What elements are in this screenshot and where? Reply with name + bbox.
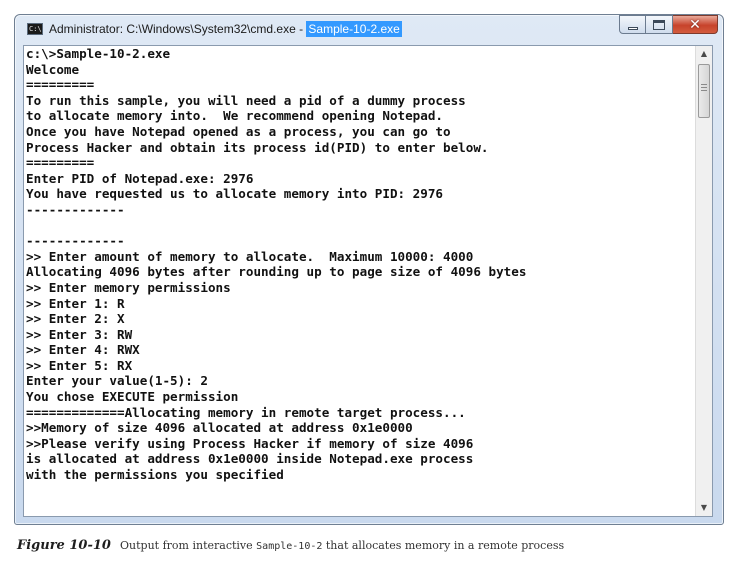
console-line: >> Enter memory permissions [26,279,231,295]
figure-label: Figure 10-10 [17,538,111,553]
console-line: ------------- [26,201,125,217]
scroll-down-arrow-icon[interactable]: ▼ [696,500,712,516]
cmd-window: C:\ Administrator: C:\Windows\System32\c… [14,14,724,525]
console-line: ------------- [26,233,125,249]
console-line: >> Enter 5: RX [26,357,133,373]
caption-text-after: that allocates memory in a remote proces… [322,539,565,552]
maximize-icon [653,20,665,30]
console-line: >>Memory of size 4096 allocated at addre… [26,420,413,436]
window-title-selected: Sample-10-2.exe [306,21,402,37]
cmd-icon[interactable]: C:\ [27,23,43,35]
console-line: Welcome [26,61,80,77]
window-title-prefix: Administrator: C:\Windows\System32\cmd.e… [49,22,307,36]
console-area[interactable]: c:\>Sample-10-2.exe Welcome ========= To ru… [23,45,713,517]
console-output[interactable]: c:\>Sample-10-2.exe Welcome ========= To ru… [24,46,696,516]
console-line: Process Hacker and obtain its process id… [26,139,489,155]
close-button[interactable]: ✕ [673,15,718,34]
console-line: >> Enter 4: RWX [26,342,140,358]
console-line: To run this sample, you will need a pid … [26,92,466,108]
scroll-up-arrow-icon[interactable]: ▲ [696,46,712,62]
window-controls: ✕ [619,15,718,35]
console-line: You chose EXECUTE permission [26,389,239,405]
minimize-button[interactable] [619,15,646,34]
title-bar[interactable]: C:\ Administrator: C:\Windows\System32\c… [15,15,723,45]
console-line: >> Enter amount of memory to allocate. M… [26,248,474,264]
console-line: >> Enter 3: RW [26,326,133,342]
scroll-thumb[interactable] [698,64,710,118]
cmd-icon-label: C:\ [29,25,42,33]
scroll-grip-icon [701,87,707,88]
console-line: You have requested us to allocate memory… [26,186,444,202]
console-line: is allocated at address 0x1e0000 inside … [26,451,474,467]
console-line: >> Enter 2: X [26,311,125,327]
caption-text-before: Output from interactive [120,539,257,552]
console-line: Allocating 4096 bytes after rounding up … [26,264,527,280]
close-icon: ✕ [689,17,701,33]
console-line: Once you have Notepad opened as a proces… [26,123,451,139]
vertical-scrollbar[interactable]: ▲ ▼ [695,46,712,516]
console-line: >>Please verify using Process Hacker if … [26,435,474,451]
console-line: Enter PID of Notepad.exe: 2976 [26,170,254,186]
console-line: =============Allocating memory in remote… [26,404,466,420]
minimize-icon [628,27,638,30]
maximize-button[interactable] [646,15,673,34]
figure-caption: Figure 10-10 Output from interactive Sam… [17,534,727,553]
console-line: c:\>Sample-10-2.exe [26,46,171,61]
console-line: Enter your value(1-5): 2 [26,373,208,389]
caption-code: Sample-10-2 [256,541,323,552]
console-line: ========= [26,77,95,93]
console-line: to allocate memory into. We recommend op… [26,108,444,124]
console-line: ========= [26,155,95,171]
console-line: with the permissions you specified [26,467,284,483]
console-line: >> Enter 1: R [26,295,125,311]
window-title: Administrator: C:\Windows\System32\cmd.e… [49,21,402,37]
caption-text: Output from interactive Sample-10-2 that… [120,539,564,552]
